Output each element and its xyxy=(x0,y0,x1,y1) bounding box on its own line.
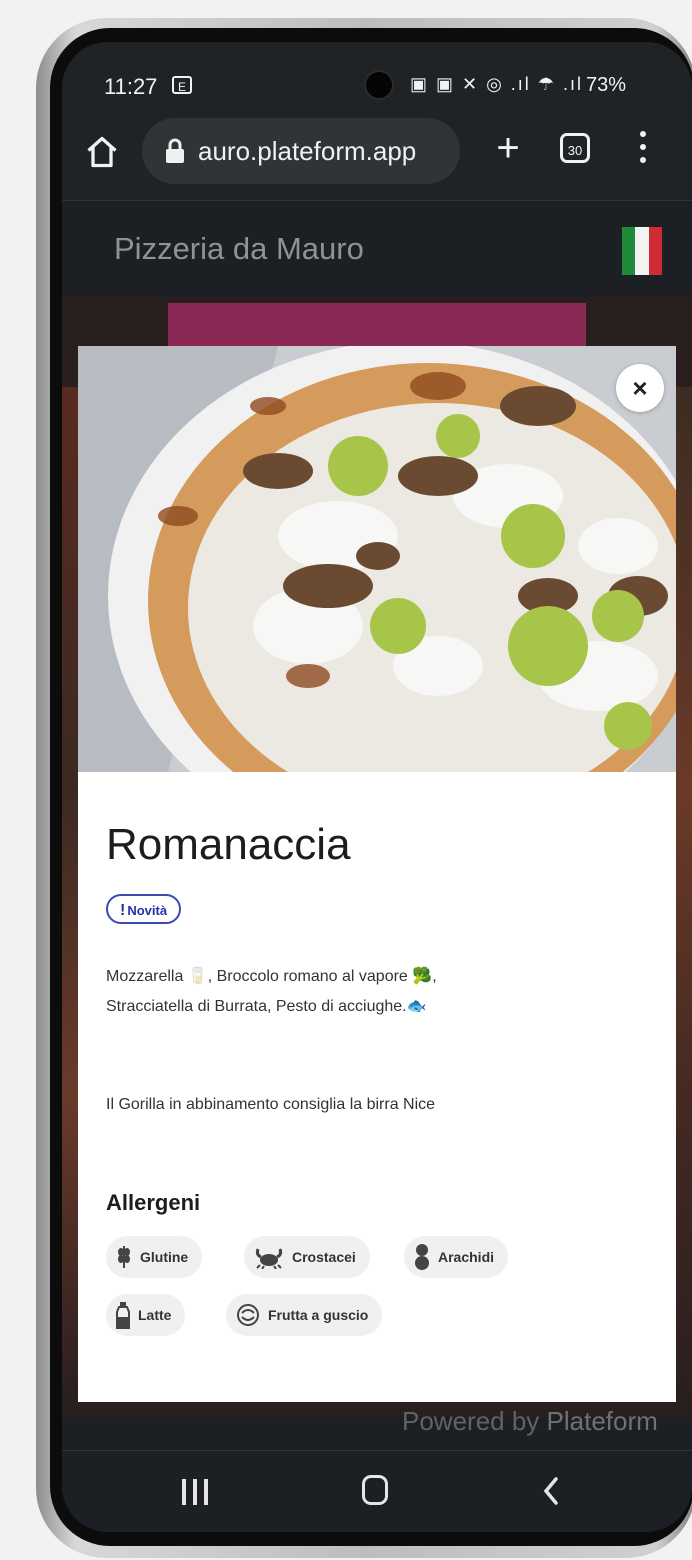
background-image-strip xyxy=(62,387,78,1397)
allergen-label: Frutta a guscio xyxy=(268,1307,369,1323)
powered-by-text[interactable]: Powered by Plateform xyxy=(402,1406,658,1437)
new-tab-button[interactable]: + xyxy=(486,122,530,174)
allergens-heading: Allergeni xyxy=(106,1190,201,1215)
crab-icon xyxy=(255,1248,283,1269)
dish-detail-modal: × Romanaccia ! Novità Mozzarella 🥛, Brocc… xyxy=(78,346,676,1402)
allergen-chip-frutta-a-guscio: Frutta a guscio xyxy=(226,1294,383,1336)
allergen-label: Arachidi xyxy=(438,1249,495,1265)
system-navigation-bar xyxy=(62,1450,692,1532)
dish-description: Mozzarella 🥛, Broccolo romano al vapore … xyxy=(106,962,666,1022)
allergen-chip-latte: Latte xyxy=(106,1294,186,1336)
notification-badge-icon: E xyxy=(172,76,192,94)
description-line: Stracciatella di Burrata, Pesto di acciu… xyxy=(106,998,427,1015)
status-bar: 11:27 E ▣ ▣ ✕ ◎ .ıl ☂ .ıl 73% xyxy=(62,42,692,108)
back-icon[interactable] xyxy=(536,1473,566,1509)
site-header: Pizzeria da Mauro xyxy=(62,201,692,297)
tab-switcher-button[interactable]: 30 xyxy=(560,133,590,163)
nut-icon xyxy=(237,1304,259,1326)
status-time: 11:27 xyxy=(104,74,158,99)
lock-icon xyxy=(166,138,184,163)
status-icons: ▣ ▣ ✕ ◎ .ıl ☂ .ıl xyxy=(410,74,583,94)
new-badge-label: Novità xyxy=(127,903,168,918)
italian-flag-icon[interactable] xyxy=(622,227,662,275)
restaurant-name[interactable]: Pizzeria da Mauro xyxy=(114,231,364,267)
new-badge: ! Novità xyxy=(106,894,182,924)
allergen-label: Crostacei xyxy=(292,1249,356,1265)
close-button[interactable]: × xyxy=(616,364,664,412)
allergen-chip-arachidi: Arachidi xyxy=(404,1236,509,1278)
new-badge-mark: ! xyxy=(120,902,126,919)
address-bar[interactable]: auro.plateform.app xyxy=(142,118,460,184)
allergen-label: Latte xyxy=(138,1307,172,1323)
allergen-label: Glutine xyxy=(140,1249,189,1265)
phone-screen: 11:27 E ▣ ▣ ✕ ◎ .ıl ☂ .ıl 73% auro.plate… xyxy=(62,42,692,1532)
battery-level: 73% xyxy=(586,74,627,96)
pizza-photo xyxy=(78,346,676,772)
description-line: Mozzarella 🥛, Broccolo romano al vapore … xyxy=(106,968,437,985)
browser-toolbar: auro.plateform.app + 30 xyxy=(62,108,692,201)
allergen-chip-glutine: Glutine xyxy=(106,1236,203,1278)
url-text[interactable]: auro.plateform.app xyxy=(198,136,416,167)
powered-brand[interactable]: Plateform xyxy=(547,1406,658,1436)
dish-title: Romanaccia xyxy=(106,820,351,869)
background-image-strip xyxy=(676,387,692,1397)
wheat-icon xyxy=(118,1246,130,1268)
front-camera xyxy=(364,70,394,100)
beer-pairing-text: Il Gorilla in abbinamento consiglia la b… xyxy=(106,1096,436,1113)
peanut-icon xyxy=(415,1244,429,1270)
milk-bottle-icon xyxy=(116,1302,130,1329)
home-icon[interactable] xyxy=(84,134,120,170)
more-menu-icon[interactable] xyxy=(636,126,650,172)
recents-button[interactable] xyxy=(182,1479,208,1505)
allergen-chip-crostacei: Crostacei xyxy=(244,1236,370,1278)
powered-prefix: Powered by xyxy=(402,1406,547,1436)
home-button[interactable] xyxy=(362,1475,388,1505)
